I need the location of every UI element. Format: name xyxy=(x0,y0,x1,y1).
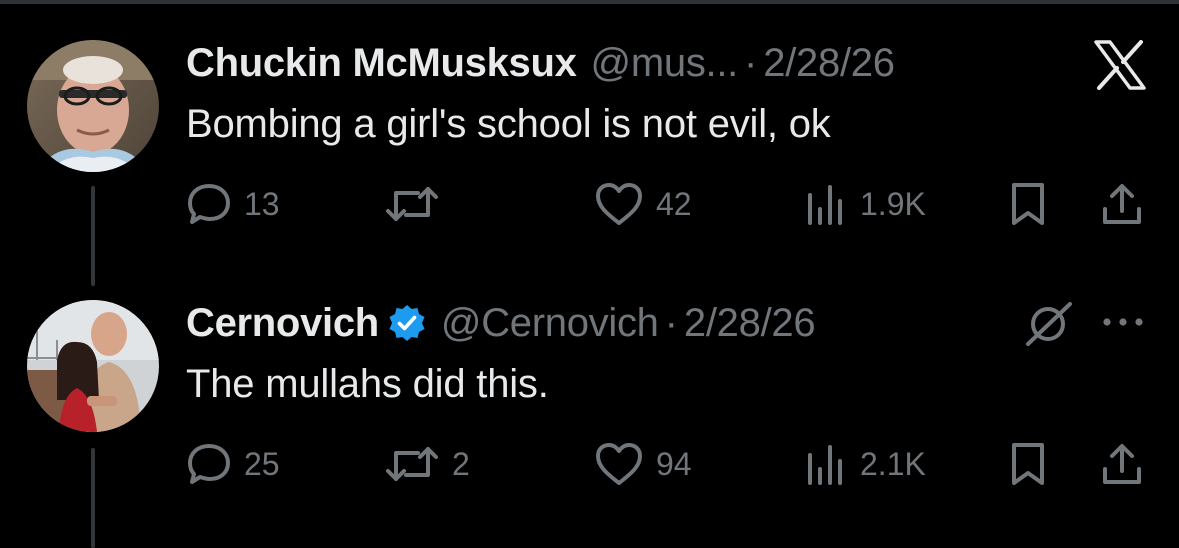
like-count: 42 xyxy=(656,185,692,222)
like-button[interactable]: 94 xyxy=(594,438,692,490)
tweet-actions: 25 2 94 2.1K xyxy=(186,438,1146,490)
thread-line xyxy=(91,448,95,548)
heart-icon xyxy=(594,441,644,487)
views-button[interactable]: 1.9K xyxy=(804,178,926,230)
like-button[interactable]: 42 xyxy=(594,178,692,230)
views-count: 2.1K xyxy=(860,445,926,482)
bookmark-icon xyxy=(1008,441,1048,487)
display-name[interactable]: Cernovich xyxy=(186,301,379,346)
heart-icon xyxy=(594,181,644,227)
grok-icon[interactable] xyxy=(1022,300,1076,353)
bookmark-button[interactable] xyxy=(1008,438,1048,490)
timestamp[interactable]: 2/28/26 xyxy=(684,301,816,346)
repost-icon xyxy=(384,181,440,227)
views-count: 1.9K xyxy=(860,185,926,222)
separator-dot: · xyxy=(743,40,758,85)
bookmark-button[interactable] xyxy=(1008,178,1048,230)
tweet[interactable]: Chuckin McMusksux @mus... · 2/28/26 Bomb… xyxy=(0,40,1179,290)
repost-button[interactable] xyxy=(384,178,452,230)
separator-dot: · xyxy=(664,300,678,345)
repost-icon xyxy=(384,441,440,487)
reply-icon xyxy=(186,441,232,487)
display-name[interactable]: Chuckin McMusksux xyxy=(186,41,577,86)
reply-button[interactable]: 25 xyxy=(186,438,280,490)
avatar[interactable] xyxy=(27,300,159,432)
reply-count: 25 xyxy=(244,445,280,482)
tweet-text: Bombing a girl's school is not evil, ok xyxy=(186,102,831,146)
views-icon xyxy=(804,181,848,227)
share-icon xyxy=(1100,441,1144,487)
tweet[interactable]: Cernovich @Cernovich · 2/28/26 The mulla… xyxy=(0,300,1179,548)
views-button[interactable]: 2.1K xyxy=(804,438,926,490)
top-divider xyxy=(0,0,1179,4)
views-icon xyxy=(804,441,848,487)
share-icon xyxy=(1100,181,1144,227)
reply-button[interactable]: 13 xyxy=(186,178,280,230)
verified-badge-icon[interactable] xyxy=(387,303,427,343)
thread-line xyxy=(91,186,95,286)
handle[interactable]: @Cernovich xyxy=(441,301,659,346)
tweet-actions: 13 42 1.9K xyxy=(186,178,1146,230)
x-logo-icon[interactable] xyxy=(1092,40,1148,95)
tweet-header: Chuckin McMusksux @mus... · 2/28/26 xyxy=(186,40,895,86)
avatar[interactable] xyxy=(27,40,159,172)
timestamp[interactable]: 2/28/26 xyxy=(763,41,895,86)
share-button[interactable] xyxy=(1100,178,1144,230)
like-count: 94 xyxy=(656,445,692,482)
repost-count: 2 xyxy=(452,445,470,482)
tweet-header: Cernovich @Cernovich · 2/28/26 xyxy=(186,300,816,346)
bookmark-icon xyxy=(1008,181,1048,227)
reply-icon xyxy=(186,181,232,227)
more-options-icon[interactable] xyxy=(1100,314,1146,335)
handle[interactable]: @mus... xyxy=(591,41,739,86)
reply-count: 13 xyxy=(244,185,280,222)
repost-button[interactable]: 2 xyxy=(384,438,470,490)
tweet-text: The mullahs did this. xyxy=(186,362,549,406)
share-button[interactable] xyxy=(1100,438,1144,490)
